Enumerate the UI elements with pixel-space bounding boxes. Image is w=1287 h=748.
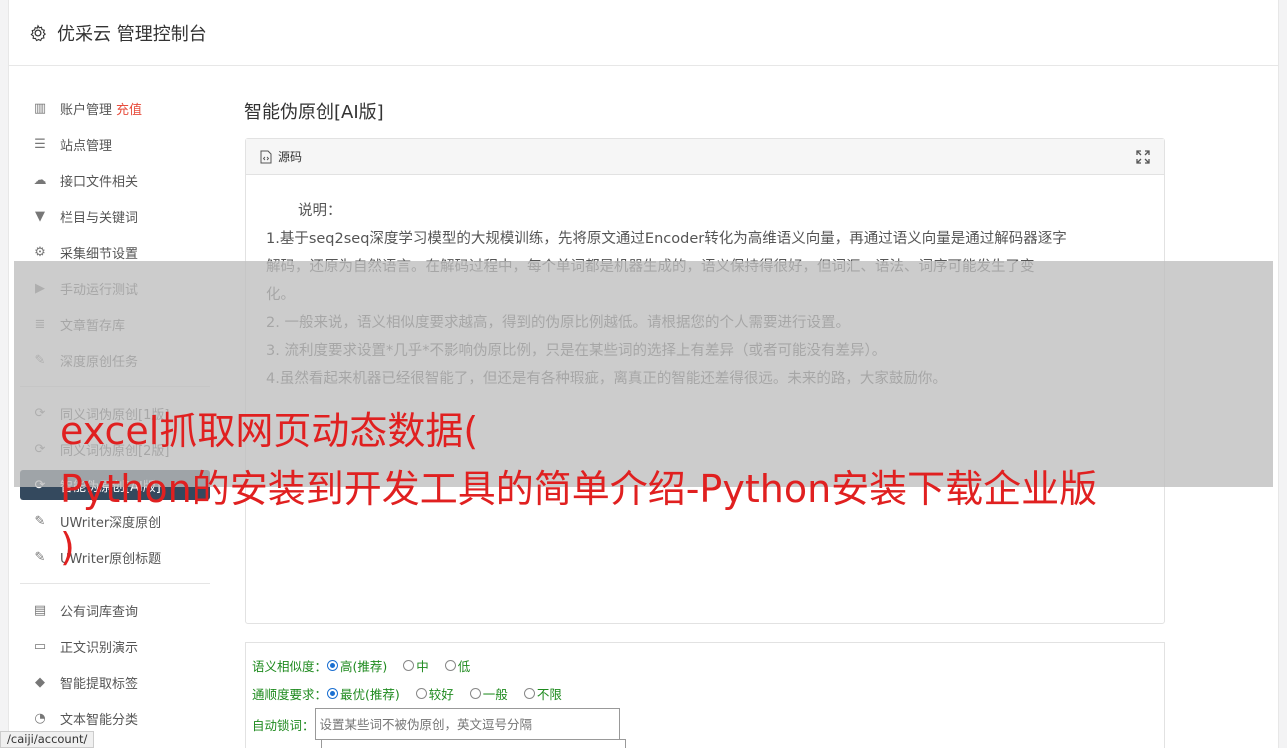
sidebar-item-label: 采集细节设置 bbox=[60, 246, 139, 262]
bar-chart-icon: ▥ bbox=[33, 100, 47, 116]
fluency-label: 通顺度要求： bbox=[252, 686, 328, 702]
radio-button[interactable] bbox=[403, 659, 415, 671]
sidebar-item-sites[interactable]: ☰ 站点管理 bbox=[20, 126, 210, 162]
lock-row: 自动锁词： bbox=[252, 707, 1158, 741]
sidebar-item-label: 账户管理 bbox=[60, 102, 113, 118]
similarity-row: 语义相似度： 高(推荐) 中 低 bbox=[252, 651, 1158, 679]
sidebar-item-api-files[interactable]: ☁ 接口文件相关 bbox=[20, 162, 210, 198]
similarity-radio-option[interactable]: 高(推荐) bbox=[327, 656, 387, 675]
secondary-input[interactable] bbox=[321, 739, 626, 748]
radio-label: 较好 bbox=[428, 686, 454, 702]
radio-label: 最优(推荐) bbox=[340, 686, 400, 702]
lock-words-input[interactable] bbox=[314, 708, 620, 740]
sidebar-item-account[interactable]: ▥ 账户管理 充值 bbox=[20, 90, 210, 126]
radio-label: 一般 bbox=[482, 686, 508, 702]
options-form: 语义相似度： 高(推荐) 中 低 通顺度要求： 最优(推荐) 较好 一般 不限 自动锁词： bbox=[245, 642, 1165, 748]
panel-header-label: 源码 bbox=[278, 150, 303, 164]
sidebar-item-public-dict[interactable]: ▤ 公有词库查询 bbox=[20, 592, 210, 628]
console-title: 优采云 管理控制台 bbox=[57, 23, 207, 45]
sidebar-item-columns-keywords[interactable]: ▼ 栏目与关键词 bbox=[20, 198, 210, 234]
file-code-icon bbox=[260, 150, 272, 163]
radio-label: 低 bbox=[457, 658, 471, 674]
gear-icon bbox=[30, 23, 47, 41]
description-line: 1.基于seq2seq深度学习模型的大规模训练，先将原文通过Encoder转化为… bbox=[266, 231, 1067, 247]
gears-icon: ⚙ bbox=[34, 244, 46, 260]
monitor-icon: ▭ bbox=[33, 638, 47, 654]
radio-label: 中 bbox=[416, 658, 429, 674]
radio-label: 高(推荐) bbox=[340, 658, 388, 674]
sidebar-item-text-recognition[interactable]: ▭ 正文识别演示 bbox=[20, 628, 210, 664]
panel-header: 源码 bbox=[246, 139, 1164, 175]
fluency-radio-option[interactable]: 最优(推荐) bbox=[327, 684, 400, 703]
radio-label: 不限 bbox=[536, 686, 562, 702]
overlay-title: excel抓取网页动态数据( Python的安装到开发工具的简单介绍-Pytho… bbox=[60, 402, 1260, 576]
radio-button[interactable] bbox=[327, 659, 339, 671]
fluency-row: 通顺度要求： 最优(推荐) 较好 一般 不限 bbox=[252, 679, 1158, 707]
sidebar-item-label: 接口文件相关 bbox=[60, 174, 139, 190]
sidebar-item-tag-extract[interactable]: ◆ 智能提取标签 bbox=[20, 664, 210, 700]
expand-icon[interactable] bbox=[1136, 150, 1150, 164]
pie-chart-icon: ◔ bbox=[34, 710, 46, 726]
overlay-line-2: Python的安装到开发工具的简单介绍-Python安装下载企业版 bbox=[60, 467, 1098, 511]
list-icon: ☰ bbox=[34, 136, 46, 152]
radio-button[interactable] bbox=[523, 687, 535, 699]
page-title: 智能伪原创[AI版] bbox=[244, 102, 384, 123]
radio-button[interactable] bbox=[469, 687, 481, 699]
fluency-radio-option[interactable]: 一般 bbox=[469, 684, 508, 703]
overlay-line-1: excel抓取网页动态数据( bbox=[60, 409, 479, 453]
status-bar-url: /caiji/account/ bbox=[0, 731, 95, 748]
sidebar-item-label: 站点管理 bbox=[60, 138, 113, 154]
lock-label: 自动锁词： bbox=[252, 717, 315, 733]
recharge-link[interactable]: 充值 bbox=[116, 99, 142, 118]
similarity-label: 语义相似度： bbox=[252, 658, 328, 674]
sidebar-item-label: 文本智能分类 bbox=[60, 712, 139, 728]
similarity-radio-option[interactable]: 低 bbox=[444, 656, 471, 675]
sidebar-item-label: 公有词库查询 bbox=[60, 604, 139, 620]
radio-button[interactable] bbox=[444, 659, 456, 671]
cloud-upload-icon: ☁ bbox=[33, 172, 47, 188]
radio-button[interactable] bbox=[327, 687, 339, 699]
sidebar-divider bbox=[20, 583, 210, 584]
fluency-radio-option[interactable]: 不限 bbox=[523, 684, 562, 703]
filter-icon: ▼ bbox=[35, 208, 45, 224]
sidebar-item-label: 栏目与关键词 bbox=[60, 210, 139, 226]
sidebar-item-label: 智能提取标签 bbox=[60, 676, 139, 692]
book-icon: ▤ bbox=[33, 602, 47, 618]
overlay-line-3: ) bbox=[60, 525, 75, 569]
sidebar-item-label: 正文识别演示 bbox=[60, 640, 139, 656]
radio-button[interactable] bbox=[415, 687, 427, 699]
edit-icon: ✎ bbox=[34, 513, 46, 529]
fluency-radio-option[interactable]: 较好 bbox=[415, 684, 454, 703]
edit-icon: ✎ bbox=[34, 549, 46, 565]
intro-label: 说明： bbox=[298, 203, 342, 219]
tag-icon: ◆ bbox=[35, 674, 45, 690]
similarity-radio-option[interactable]: 中 bbox=[403, 656, 429, 675]
top-bar: 优采云 管理控制台 bbox=[9, 0, 1278, 66]
